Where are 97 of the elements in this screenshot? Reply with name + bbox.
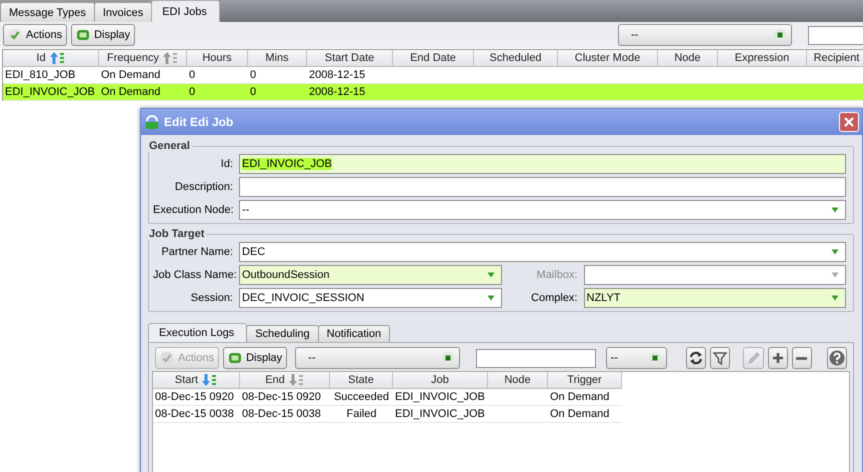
help-button[interactable] bbox=[826, 347, 848, 369]
input-field[interactable] bbox=[239, 177, 846, 197]
dropdown-caret-icon bbox=[831, 249, 839, 255]
field-label: Partner Name: bbox=[160, 245, 233, 259]
table-cell: On Demand bbox=[101, 69, 160, 81]
filter-dropdown[interactable]: -- bbox=[295, 347, 460, 369]
dropdown-field[interactable]: DEC bbox=[239, 242, 846, 262]
dropdown-caret-icon bbox=[486, 272, 494, 278]
table-row[interactable]: 08-Dec-15 0920 08-Dec-15 0920 Succeeded EDI_INVOIC_JOB On Demand bbox=[153, 389, 622, 406]
dialog-title: Edit Edi Job bbox=[164, 115, 234, 129]
dropdown-caret-icon bbox=[831, 272, 839, 278]
dropdown-caret-icon bbox=[831, 207, 839, 213]
tab[interactable]: Execution Logs bbox=[148, 323, 248, 342]
filter-dropdown[interactable]: -- bbox=[606, 347, 668, 369]
table-row[interactable]: EDI_INVOIC_JOB On Demand 0 0 2008-12-15 bbox=[3, 84, 863, 101]
tab[interactable]: Invoices bbox=[94, 2, 152, 22]
checkmark-icon bbox=[8, 28, 22, 42]
table-cell: On Demand bbox=[550, 391, 610, 403]
status-dot-icon bbox=[440, 351, 455, 365]
column-header[interactable]: End bbox=[240, 372, 330, 388]
dropdown-field[interactable]: -- bbox=[239, 200, 846, 220]
table-cell: On Demand bbox=[550, 408, 610, 420]
close-button[interactable] bbox=[839, 112, 859, 132]
search-field[interactable] bbox=[808, 26, 863, 44]
minus-icon bbox=[796, 356, 808, 360]
column-header[interactable]: Cluster Mode bbox=[558, 50, 658, 66]
field-label: Description: bbox=[174, 180, 233, 194]
dropdown-caret-icon bbox=[831, 295, 839, 301]
table-cell: 08-Dec-15 0038 bbox=[242, 408, 321, 420]
column-header[interactable]: Id bbox=[3, 50, 99, 66]
tab[interactable]: EDI Jobs bbox=[151, 0, 220, 22]
tab[interactable]: Scheduling bbox=[246, 325, 319, 342]
table-cell: 2008-12-15 bbox=[309, 86, 366, 98]
table-cell: 0 bbox=[250, 69, 256, 81]
column-header[interactable]: State bbox=[330, 372, 393, 388]
column-header[interactable]: Trigger bbox=[548, 372, 622, 388]
help-icon bbox=[828, 349, 846, 367]
status-dot-icon bbox=[773, 28, 787, 42]
display-button[interactable]: Display bbox=[223, 347, 288, 369]
column-header[interactable]: Scheduled bbox=[474, 50, 558, 66]
table-cell: 0 bbox=[250, 86, 256, 98]
actions-button[interactable]: Actions bbox=[3, 24, 68, 46]
filter-dropdown[interactable]: -- bbox=[618, 24, 792, 46]
column-header[interactable]: Start bbox=[153, 372, 240, 388]
filter-button[interactable] bbox=[710, 347, 730, 369]
column-header[interactable]: Hours bbox=[187, 50, 248, 66]
table-cell: 08-Dec-15 0920 bbox=[242, 391, 321, 403]
input-field[interactable]: EDI_INVOIC_JOB bbox=[239, 154, 846, 174]
table-row[interactable]: 08-Dec-15 0038 08-Dec-15 0038 Failed EDI_INVOIC_JOB On Demand bbox=[153, 406, 622, 423]
dropdown-caret-icon bbox=[486, 295, 494, 301]
close-icon bbox=[843, 116, 855, 128]
dropdown-field[interactable]: OutboundSession bbox=[239, 265, 502, 285]
field-label: Id: bbox=[220, 157, 233, 171]
refresh-icon bbox=[688, 350, 704, 366]
field-label: Session: bbox=[190, 291, 233, 305]
dropdown-field[interactable]: DEC_INVOIC_SESSION bbox=[239, 288, 502, 308]
section-title: General bbox=[148, 140, 191, 152]
column-header[interactable]: Recipient bbox=[807, 50, 863, 66]
table-cell: 2008-12-15 bbox=[309, 69, 366, 81]
search-field[interactable] bbox=[476, 348, 596, 368]
column-header[interactable]: Node bbox=[488, 372, 548, 388]
column-header[interactable]: Job bbox=[393, 372, 488, 388]
table-cell: EDI_810_JOB bbox=[5, 69, 76, 81]
table-cell: 08-Dec-15 0920 bbox=[155, 391, 234, 403]
display-icon bbox=[76, 28, 90, 42]
table-cell: 0 bbox=[189, 69, 196, 81]
column-header[interactable]: Mins bbox=[248, 50, 307, 66]
table-cell: Succeeded bbox=[334, 391, 390, 403]
tab[interactable]: Message Types bbox=[0, 2, 95, 22]
table-cell: EDI_INVOIC_JOB bbox=[5, 86, 95, 98]
column-header[interactable]: Start Date bbox=[307, 50, 393, 66]
field-label: Complex: bbox=[530, 291, 578, 305]
table-cell: EDI_INVOIC_JOB bbox=[395, 391, 485, 403]
lock-icon bbox=[145, 114, 159, 130]
column-header[interactable]: Frequency bbox=[99, 50, 187, 66]
refresh-button[interactable] bbox=[686, 347, 706, 369]
pencil-icon bbox=[746, 350, 762, 366]
column-header[interactable]: Expression bbox=[718, 50, 807, 66]
status-dot-icon bbox=[648, 351, 662, 365]
section-title: Job Target bbox=[148, 228, 206, 240]
display-icon bbox=[228, 351, 242, 365]
column-header[interactable]: End Date bbox=[393, 50, 474, 66]
minus-button[interactable] bbox=[792, 347, 812, 369]
display-button[interactable]: Display bbox=[71, 24, 136, 46]
table-cell: On Demand bbox=[101, 86, 160, 98]
filter-icon bbox=[712, 350, 728, 366]
table-cell: Failed bbox=[346, 408, 376, 420]
table-cell: 08-Dec-15 0038 bbox=[155, 408, 234, 420]
dropdown-field[interactable]: NZLYT bbox=[584, 288, 846, 308]
field-label: Mailbox: bbox=[536, 268, 578, 282]
table-cell: EDI_INVOIC_JOB bbox=[395, 408, 485, 420]
table-cell: 0 bbox=[189, 86, 196, 98]
column-header[interactable]: Node bbox=[658, 50, 718, 66]
plus-button[interactable] bbox=[768, 347, 788, 369]
checkmark-icon bbox=[160, 351, 174, 365]
field-label: Execution Node: bbox=[153, 203, 233, 217]
tab[interactable]: Notification bbox=[318, 325, 390, 342]
